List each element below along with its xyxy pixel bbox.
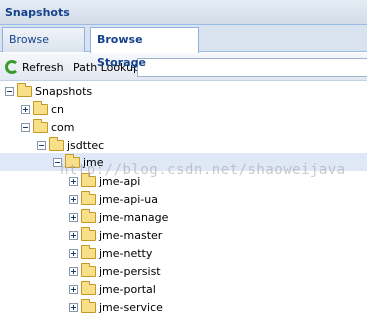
panel-title: Snapshots — [5, 6, 70, 19]
tree-node-jme-master[interactable]: jme-master — [69, 226, 162, 244]
tree-node-label: jme-service — [99, 300, 163, 314]
expand-icon[interactable] — [69, 230, 78, 240]
tree-node-label: jme-master — [99, 228, 163, 242]
panel-header: Snapshots — [0, 0, 367, 25]
tree-node-com[interactable]: com — [21, 118, 75, 136]
expand-icon[interactable] — [69, 212, 78, 222]
expand-icon[interactable] — [69, 302, 78, 312]
folder-icon — [81, 262, 96, 277]
expand-icon[interactable] — [69, 194, 78, 204]
expand-icon[interactable] — [21, 104, 30, 114]
collapse-icon[interactable] — [53, 157, 62, 167]
refresh-button[interactable]: Refresh — [5, 59, 64, 75]
folder-icon — [81, 172, 96, 187]
tree-node-label: jme-persist — [99, 264, 161, 278]
folder-icon — [33, 118, 48, 133]
expand-icon[interactable] — [69, 176, 78, 186]
expand-icon[interactable] — [69, 284, 78, 294]
tab-browse-storage[interactable]: Browse Storage — [90, 27, 199, 69]
tree-node-jme-service[interactable]: jme-service — [69, 298, 163, 316]
tree-node-jme-netty[interactable]: jme-netty — [69, 244, 152, 262]
tree-node-label: jme-api — [99, 174, 141, 188]
refresh-label: Refresh — [22, 60, 64, 74]
collapse-icon[interactable] — [21, 122, 30, 132]
folder-icon — [65, 153, 80, 168]
tree-node-label: jme-api-ua — [99, 192, 158, 206]
tree-node-label: Snapshots — [35, 84, 93, 98]
tree-node-jme-portal[interactable]: jme-portal — [69, 280, 156, 298]
folder-icon — [81, 298, 96, 313]
tree-node-label: cn — [51, 102, 65, 116]
collapse-icon[interactable] — [37, 140, 46, 150]
toolbar: Refresh Path Lookup: — [0, 53, 367, 81]
folder-icon — [81, 208, 96, 223]
collapse-icon[interactable] — [5, 86, 14, 96]
tree-node-jme-manage[interactable]: jme-manage — [69, 208, 168, 226]
folder-icon — [33, 100, 48, 115]
expand-icon[interactable] — [69, 266, 78, 276]
folder-icon — [81, 226, 96, 241]
tree-node-label: jme-portal — [99, 282, 156, 296]
expand-icon[interactable] — [69, 248, 78, 258]
tree-node-label: jsdttec — [67, 138, 105, 152]
tab-bar: Browse Index Browse Storage — [0, 25, 367, 69]
folder-icon — [49, 136, 64, 151]
tree-node-cn[interactable]: cn — [21, 100, 64, 118]
folder-icon — [81, 280, 96, 295]
tree-node-label: jme-manage — [99, 210, 169, 224]
tab-browse-index[interactable]: Browse Index — [2, 27, 85, 69]
path-lookup-input[interactable] — [137, 58, 367, 77]
tree-node-jme-persist[interactable]: jme-persist — [69, 262, 161, 280]
tree-node-jme-api-ua[interactable]: jme-api-ua — [69, 190, 158, 208]
tree-node-jme-api[interactable]: jme-api — [69, 172, 140, 190]
tree-node-snapshots[interactable]: Snapshots — [5, 82, 92, 100]
tree-node-label: jme-netty — [99, 246, 153, 260]
refresh-icon — [5, 60, 19, 74]
tree-node-label: jme — [83, 155, 104, 169]
tree-node-jme[interactable]: jme — [0, 153, 367, 171]
storage-tree: Snapshots cn com jsdttec jme jme-api jme… — [0, 81, 367, 316]
folder-icon — [81, 244, 96, 259]
tree-node-label: com — [51, 120, 75, 134]
folder-icon — [17, 82, 32, 97]
folder-icon — [81, 190, 96, 205]
tree-node-jsdttec[interactable]: jsdttec — [37, 136, 104, 154]
